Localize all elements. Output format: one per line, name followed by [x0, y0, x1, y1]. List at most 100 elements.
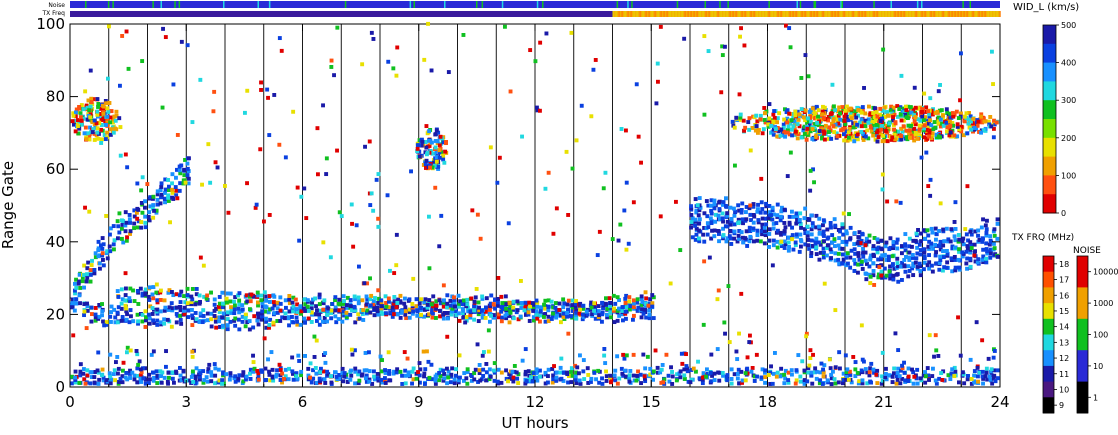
- data-point: [88, 381, 93, 386]
- data-point: [445, 334, 450, 339]
- data-point: [696, 221, 701, 226]
- x-tick-label: 12: [525, 393, 544, 411]
- data-point: [704, 374, 708, 379]
- data-point: [852, 231, 857, 236]
- data-point: [696, 359, 700, 364]
- data-point: [810, 106, 815, 111]
- txfreq-strip-mark: [753, 11, 755, 17]
- noise-strip-mark: [969, 1, 971, 8]
- data-point: [952, 255, 957, 259]
- data-point: [360, 372, 365, 377]
- data-point: [350, 352, 355, 357]
- data-point: [908, 135, 912, 140]
- x-tick-label: 6: [298, 393, 308, 411]
- data-point: [152, 208, 156, 213]
- data-point: [719, 90, 724, 95]
- data-point: [616, 238, 621, 243]
- colorbar-segment: [1043, 175, 1056, 195]
- data-point: [379, 310, 384, 315]
- data-point: [461, 33, 466, 37]
- data-point: [302, 316, 307, 321]
- data-point: [93, 306, 98, 310]
- data-point: [942, 239, 947, 244]
- data-point: [809, 238, 814, 243]
- data-point: [732, 213, 737, 218]
- data-point: [104, 123, 108, 127]
- data-point: [367, 139, 372, 144]
- data-point: [77, 293, 82, 298]
- data-point: [523, 300, 528, 305]
- data-point: [623, 301, 628, 305]
- data-point: [814, 252, 819, 257]
- data-point: [596, 304, 601, 309]
- data-point: [72, 301, 77, 306]
- data-point: [860, 259, 864, 264]
- data-point: [674, 378, 679, 383]
- noise-strip-mark: [85, 1, 87, 8]
- data-point: [317, 376, 322, 381]
- data-point: [96, 350, 101, 355]
- data-point: [969, 127, 974, 132]
- data-point: [570, 303, 575, 308]
- data-point: [212, 89, 217, 94]
- data-point: [772, 109, 777, 114]
- data-point: [185, 161, 190, 166]
- data-point: [565, 314, 569, 319]
- data-point: [95, 126, 100, 131]
- data-point: [465, 367, 470, 372]
- data-point: [911, 273, 916, 278]
- data-point: [861, 246, 865, 251]
- colorbar-tick-label: 9: [1059, 401, 1064, 410]
- data-point: [535, 304, 540, 309]
- data-point: [209, 373, 214, 378]
- data-point: [938, 83, 942, 87]
- data-point: [124, 371, 129, 375]
- data-point: [259, 80, 263, 85]
- data-point: [78, 362, 83, 367]
- data-point: [748, 203, 753, 208]
- data-point: [127, 217, 132, 222]
- data-point: [259, 298, 264, 303]
- data-point: [151, 215, 156, 220]
- data-point: [198, 300, 202, 304]
- data-point: [770, 381, 775, 386]
- data-point: [745, 355, 750, 360]
- data-point: [146, 214, 151, 219]
- data-point: [837, 350, 842, 355]
- data-point: [89, 319, 94, 324]
- data-point: [631, 317, 635, 322]
- data-point: [105, 256, 110, 261]
- txfreq-strip-mark: [897, 11, 899, 17]
- data-point: [783, 225, 788, 230]
- data-point: [926, 184, 931, 189]
- data-point: [248, 377, 253, 381]
- data-point: [965, 131, 970, 136]
- data-point: [589, 376, 594, 381]
- data-point: [278, 301, 283, 306]
- data-point: [716, 213, 721, 218]
- data-point: [352, 294, 357, 299]
- data-point: [264, 316, 268, 321]
- txfreq-strip-mark: [711, 11, 713, 17]
- data-point: [680, 361, 685, 366]
- data-point: [177, 188, 182, 193]
- data-point: [428, 165, 432, 170]
- colorbar-tick-label: 1: [1093, 393, 1098, 402]
- data-point: [762, 118, 767, 122]
- data-point: [417, 154, 422, 159]
- colorbar-segment: [1077, 381, 1088, 414]
- data-point: [764, 201, 768, 206]
- data-point: [237, 298, 242, 303]
- data-point: [744, 217, 749, 222]
- data-point: [85, 275, 90, 280]
- data-point: [760, 216, 765, 221]
- data-point: [321, 103, 325, 108]
- data-point: [842, 138, 847, 143]
- data-point: [840, 246, 845, 251]
- data-point: [107, 101, 112, 105]
- data-point: [475, 342, 480, 347]
- data-point: [182, 294, 186, 299]
- data-point: [200, 182, 204, 187]
- data-point: [317, 316, 322, 321]
- data-point: [929, 241, 934, 246]
